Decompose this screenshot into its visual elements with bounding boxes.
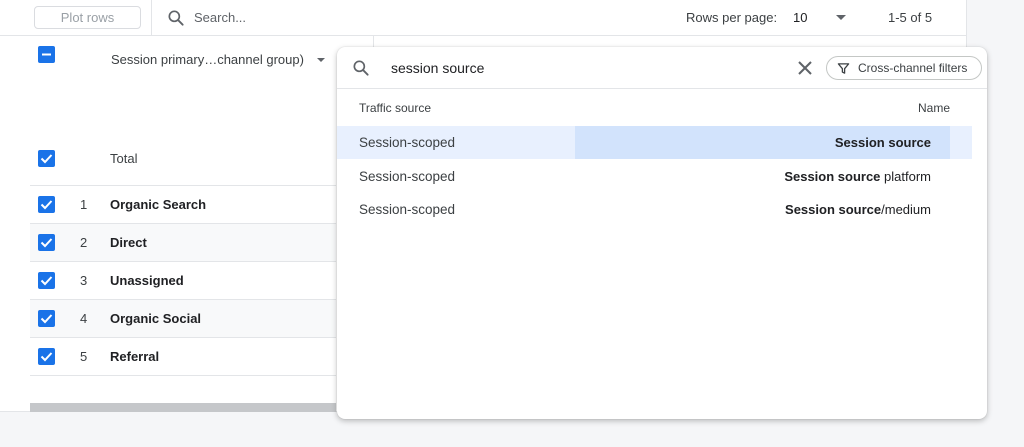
indeterminate-icon xyxy=(42,53,51,56)
row-name: Referral xyxy=(110,349,160,364)
clear-search-icon[interactable] xyxy=(796,59,814,77)
chevron-down-icon[interactable] xyxy=(836,15,846,20)
result-name: Session source/medium xyxy=(785,202,931,217)
dimension-column-header[interactable]: Session primary…channel group) xyxy=(111,52,304,67)
check-icon xyxy=(40,314,53,324)
toolbar-divider xyxy=(151,0,152,36)
row-index: 3 xyxy=(80,273,88,288)
filter-icon xyxy=(837,63,850,74)
search-icon xyxy=(353,60,369,76)
check-icon xyxy=(40,200,53,210)
table-search-input[interactable]: Search... xyxy=(194,10,246,25)
row-name: Organic Search xyxy=(110,197,207,212)
total-checkbox[interactable] xyxy=(38,150,55,167)
horizontal-scrollbar[interactable] xyxy=(30,403,336,412)
traffic-source-column-header: Traffic source xyxy=(359,101,432,115)
result-source: Session-scoped xyxy=(359,169,456,184)
row-index: 5 xyxy=(80,349,88,364)
dimension-dropdown-icon[interactable] xyxy=(317,58,325,62)
table-row[interactable]: 5 Referral xyxy=(30,338,336,376)
table-row[interactable]: 3 Unassigned xyxy=(30,262,336,300)
rows-per-page-select[interactable]: 10 xyxy=(793,10,807,25)
table-row[interactable]: 2 Direct xyxy=(30,224,336,262)
result-name: Session source platform xyxy=(784,169,931,184)
row-index: 1 xyxy=(80,197,88,212)
check-icon xyxy=(40,352,53,362)
check-icon xyxy=(40,154,53,164)
search-icon xyxy=(168,10,184,26)
row-name: Direct xyxy=(110,235,147,250)
plot-rows-button[interactable]: Plot rows xyxy=(34,6,141,29)
check-icon xyxy=(40,238,53,248)
table-row[interactable]: 1 Organic Search xyxy=(30,186,336,224)
row-index: 2 xyxy=(80,235,88,250)
result-name: Session source xyxy=(834,135,931,150)
search-result-item[interactable]: Session-scoped Session source/medium xyxy=(337,193,972,226)
name-column-header: Name xyxy=(917,101,950,115)
search-result-item[interactable]: Session-scoped Session source xyxy=(337,126,972,159)
dimension-search-input[interactable]: session source xyxy=(391,60,484,76)
popup-search-bar: session source Cross-channel filters xyxy=(337,47,987,89)
table-toolbar: Plot rows Search... Rows per page: 10 1-… xyxy=(0,0,967,36)
row-name: Unassigned xyxy=(110,273,184,288)
result-source: Session-scoped xyxy=(359,135,456,150)
row-name: Organic Social xyxy=(110,311,202,326)
cross-channel-filters-button[interactable]: Cross-channel filters xyxy=(826,56,982,80)
rows-per-page-label: Rows per page: xyxy=(686,10,778,25)
result-source: Session-scoped xyxy=(359,202,456,217)
cross-channel-filters-label: Cross-channel filters xyxy=(858,61,968,75)
total-label: Total xyxy=(110,151,138,166)
check-icon xyxy=(40,276,53,286)
row-checkbox[interactable] xyxy=(38,348,55,365)
row-checkbox[interactable] xyxy=(38,234,55,251)
search-result-item[interactable]: Session-scoped Session source platform xyxy=(337,160,972,193)
dimension-search-popup: session source Cross-channel filters Tra… xyxy=(337,47,987,419)
row-checkbox[interactable] xyxy=(38,310,55,327)
row-index: 4 xyxy=(80,311,88,326)
row-checkbox[interactable] xyxy=(38,272,55,289)
row-checkbox[interactable] xyxy=(38,196,55,213)
pagination-range: 1-5 of 5 xyxy=(888,10,933,25)
table-row[interactable]: 4 Organic Social xyxy=(30,300,336,338)
select-all-checkbox[interactable] xyxy=(38,46,55,63)
